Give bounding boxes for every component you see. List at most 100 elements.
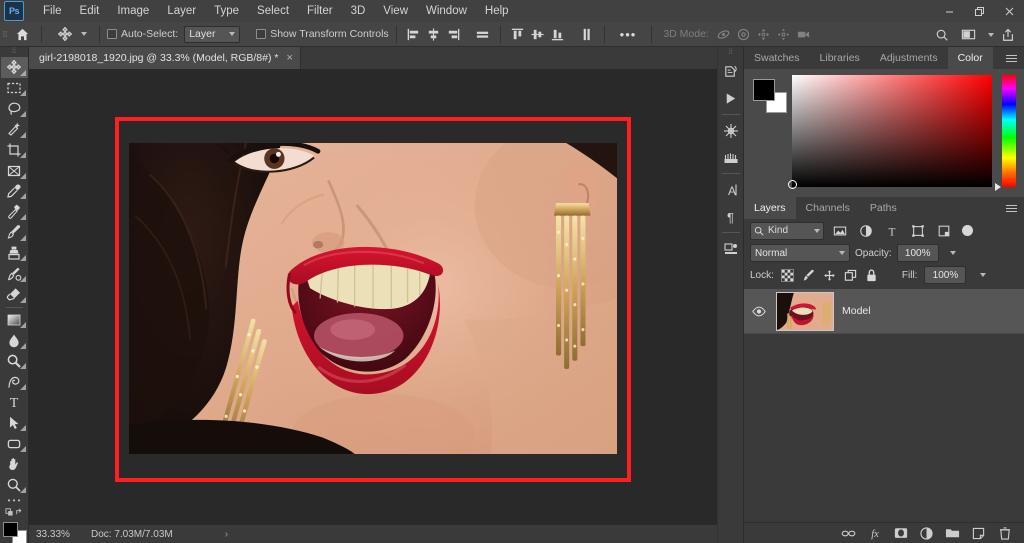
quick-selection-tool[interactable] <box>1 119 28 140</box>
tab-adjustments[interactable]: Adjustments <box>870 47 948 69</box>
horizontal-type-tool[interactable]: T <box>1 392 28 413</box>
tab-swatches[interactable]: Swatches <box>744 47 810 69</box>
delete-layer-button[interactable] <box>997 525 1012 541</box>
paragraph-panel-icon[interactable]: ¶ <box>718 203 744 230</box>
align-left-edges-button[interactable] <box>404 25 424 44</box>
align-horizontal-centers-button[interactable] <box>424 25 444 44</box>
menu-3d[interactable]: 3D <box>342 2 375 20</box>
color-panel-menu-icon[interactable] <box>1003 47 1019 69</box>
auto-select-scope-dropdown[interactable]: Layer <box>184 25 241 43</box>
opacity-slider-caret[interactable] <box>944 244 958 262</box>
layer-row-model[interactable]: Model <box>744 289 1024 334</box>
filter-smartobject-icon[interactable] <box>934 221 954 240</box>
minimize-button[interactable] <box>934 0 964 22</box>
filter-kind-dropdown[interactable]: Kind <box>750 221 824 240</box>
move-tool[interactable] <box>0 57 28 78</box>
share-icon[interactable] <box>996 24 1020 46</box>
blur-tool[interactable] <box>1 330 28 351</box>
eyedropper-tool[interactable] <box>1 181 28 202</box>
actions-panel-icon[interactable] <box>718 85 744 112</box>
rectangular-marquee-tool[interactable] <box>1 78 28 99</box>
path-selection-tool[interactable] <box>1 413 28 434</box>
color-swatches[interactable] <box>1 521 28 543</box>
tab-color[interactable]: Color <box>947 47 993 69</box>
filter-enable-toggle[interactable] <box>962 225 973 236</box>
crop-tool[interactable] <box>1 140 28 161</box>
options-bar-gripper[interactable]: ⁞⁞ <box>0 22 10 47</box>
dodge-tool[interactable] <box>1 351 28 372</box>
history-panel-icon[interactable] <box>718 58 744 85</box>
new-layer-button[interactable] <box>971 525 986 541</box>
workspace-icon[interactable] <box>956 24 980 46</box>
show-transform-controls-checkbox[interactable] <box>256 29 267 39</box>
layer-style-button[interactable]: fx <box>867 525 882 541</box>
character-panel-icon[interactable]: A <box>718 176 744 203</box>
clone-stamp-tool[interactable] <box>1 243 28 264</box>
more-align-options-button[interactable]: ••• <box>612 27 645 42</box>
edit-toolbar-button[interactable] <box>1 506 28 517</box>
eraser-tool[interactable] <box>1 284 28 305</box>
layer-visibility-eye-icon[interactable] <box>750 306 768 317</box>
pen-tool[interactable] <box>1 371 28 392</box>
layer-name[interactable]: Model <box>842 305 871 317</box>
fill-input[interactable]: 100% <box>924 266 967 284</box>
search-icon[interactable] <box>930 24 954 46</box>
hue-slider[interactable] <box>1002 75 1016 187</box>
tab-channels[interactable]: Channels <box>796 197 860 219</box>
menu-help[interactable]: Help <box>476 2 518 20</box>
color-field-picker[interactable] <box>788 180 797 189</box>
pan-3d-button[interactable] <box>754 25 774 44</box>
menu-layer[interactable]: Layer <box>158 2 205 20</box>
home-icon[interactable] <box>10 22 34 47</box>
lock-artboard-nesting-icon[interactable] <box>844 267 858 283</box>
zoom-tool[interactable] <box>1 475 28 496</box>
selection-border[interactable] <box>115 117 631 482</box>
close-button[interactable] <box>994 0 1024 22</box>
fill-slider-caret[interactable] <box>973 266 987 284</box>
more-tools-button[interactable]: • • • <box>1 495 28 505</box>
menu-edit[interactable]: Edit <box>71 2 109 20</box>
foreground-color-swatch[interactable] <box>753 79 775 101</box>
lock-image-pixels-icon[interactable] <box>802 267 816 283</box>
link-layers-button[interactable] <box>841 525 856 541</box>
hand-tool[interactable] <box>1 454 28 475</box>
chevron-down-icon[interactable] <box>982 24 994 46</box>
menu-type[interactable]: Type <box>205 2 248 20</box>
align-vertical-centers-button[interactable] <box>528 25 548 44</box>
adjustments-panel-icon[interactable] <box>718 117 744 144</box>
menu-file[interactable]: File <box>34 2 71 20</box>
properties-panel-icon[interactable] <box>718 235 744 262</box>
lock-transparent-pixels-icon[interactable] <box>781 267 795 283</box>
opacity-input[interactable]: 100% <box>896 244 939 262</box>
menu-filter[interactable]: Filter <box>298 2 342 20</box>
move-tool-preset-caret[interactable] <box>81 32 87 36</box>
history-brush-tool[interactable] <box>1 263 28 284</box>
close-icon[interactable]: × <box>286 52 292 64</box>
layer-mask-button[interactable] <box>893 525 908 541</box>
zoom-level[interactable]: 33.33% <box>29 529 91 540</box>
filter-shape-icon[interactable] <box>908 221 928 240</box>
status-menu-arrow[interactable]: › <box>225 529 228 540</box>
frame-tool[interactable] <box>1 160 28 181</box>
new-group-button[interactable] <box>945 525 960 541</box>
distribute-vertically-button[interactable] <box>577 25 597 44</box>
spot-healing-brush-tool[interactable] <box>1 201 28 222</box>
color-panel-swatches[interactable] <box>753 79 787 113</box>
filter-type-icon[interactable]: T <box>882 221 902 240</box>
new-adjustment-layer-button[interactable] <box>919 525 934 541</box>
lock-all-icon[interactable] <box>865 267 879 283</box>
tab-libraries[interactable]: Libraries <box>810 47 870 69</box>
color-field[interactable] <box>788 75 992 189</box>
move-tool-options-icon[interactable] <box>49 26 92 42</box>
auto-select-checkbox[interactable] <box>107 29 117 39</box>
canvas-area[interactable] <box>29 69 717 524</box>
tab-layers[interactable]: Layers <box>744 197 796 219</box>
filter-adjustment-icon[interactable] <box>856 221 876 240</box>
menu-image[interactable]: Image <box>108 2 158 20</box>
align-bottom-edges-button[interactable] <box>548 25 568 44</box>
filter-pixel-icon[interactable] <box>830 221 850 240</box>
layer-thumbnail[interactable] <box>776 291 834 331</box>
foreground-color-swatch[interactable] <box>2 521 18 537</box>
zoom-3d-camera-button[interactable] <box>794 25 814 44</box>
slide-3d-button[interactable] <box>774 25 794 44</box>
